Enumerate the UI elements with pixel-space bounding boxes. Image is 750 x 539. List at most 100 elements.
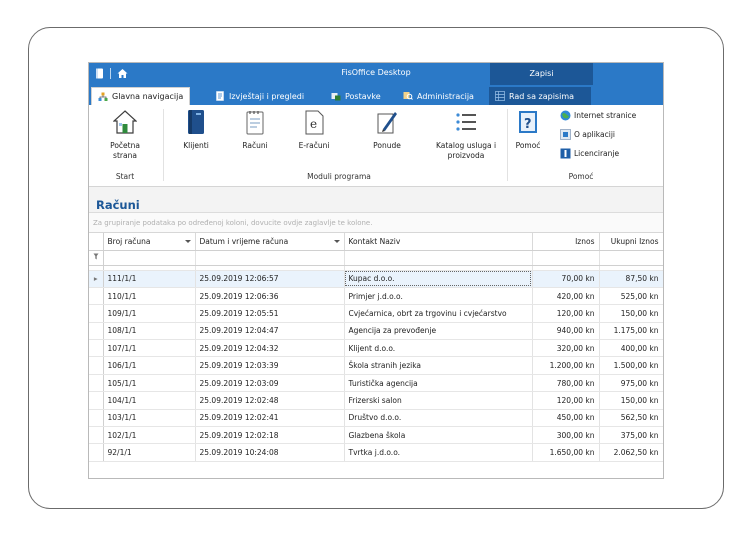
invoices-button[interactable]: Računi	[232, 109, 278, 151]
table-cell[interactable]: Škola stranih jezika	[344, 356, 533, 375]
table-cell[interactable]: 940,00 kn	[532, 322, 600, 341]
table-cell[interactable]: 320,00 kn	[532, 339, 600, 358]
catalog-button[interactable]: Katalog usluga i proizvoda	[427, 109, 505, 161]
table-cell[interactable]: 25.09.2019 12:02:18	[195, 426, 345, 445]
filter-cell[interactable]	[103, 250, 196, 266]
filter-cell[interactable]	[599, 250, 663, 266]
column-header-datum[interactable]: Datum i vrijeme računa	[195, 233, 345, 251]
table-cell[interactable]: 104/1/1	[103, 391, 196, 410]
current-row-indicator-icon[interactable]: ▸	[89, 270, 104, 288]
table-cell[interactable]: Društvo d.o.o.	[344, 409, 533, 428]
table-cell[interactable]: 120,00 kn	[532, 304, 600, 323]
table-cell[interactable]: 562,50 kn	[599, 409, 663, 428]
table-cell[interactable]: 25.09.2019 12:06:57	[195, 270, 345, 288]
internet-pages-button[interactable]: Internet stranice	[560, 110, 636, 121]
table-row[interactable]: 105/1/1 25.09.2019 12:03:09 Turistička age…	[89, 374, 663, 393]
table-cell[interactable]: 108/1/1	[103, 322, 196, 341]
table-cell[interactable]: 525,00 kn	[599, 287, 663, 306]
table-cell[interactable]: 25.09.2019 12:02:41	[195, 409, 345, 428]
table-row[interactable]: 106/1/1 25.09.2019 12:03:39 Škola stranih …	[89, 356, 663, 375]
table-cell[interactable]: 107/1/1	[103, 339, 196, 358]
table-cell[interactable]: Turistička agencija	[344, 374, 533, 393]
table-cell[interactable]: 375,00 kn	[599, 426, 663, 445]
table-cell[interactable]: 975,00 kn	[599, 374, 663, 393]
table-cell[interactable]: Glazbena škola	[344, 426, 533, 445]
table-row[interactable]: 109/1/1 25.09.2019 12:05:51 Cvjećarnica, o…	[89, 304, 663, 323]
table-cell[interactable]: Agencija za prevođenje	[344, 322, 533, 341]
table-cell[interactable]: 120,00 kn	[532, 391, 600, 410]
table-cell[interactable]: 111/1/1	[103, 270, 196, 288]
about-button[interactable]: O aplikaciji	[560, 129, 615, 140]
home-page-button[interactable]: Početna strana	[97, 109, 153, 161]
tab-administracija[interactable]: Administracija	[397, 87, 480, 105]
row-indicator[interactable]	[89, 304, 104, 323]
table-row[interactable]: 104/1/1 25.09.2019 12:02:48 Frizerski salo…	[89, 391, 663, 410]
table-cell[interactable]: 25.09.2019 12:03:09	[195, 374, 345, 393]
row-indicator[interactable]	[89, 356, 104, 375]
table-row[interactable]: 108/1/1 25.09.2019 12:04:47 Agencija za pr…	[89, 322, 663, 341]
table-cell[interactable]: 450,00 kn	[532, 409, 600, 428]
row-indicator[interactable]	[89, 443, 104, 462]
filter-cell[interactable]	[195, 250, 345, 266]
column-header-broj-racuna[interactable]: Broj računa	[103, 233, 196, 251]
row-indicator[interactable]	[89, 374, 104, 393]
table-row[interactable]: ▸ 111/1/1 25.09.2019 12:06:57 Kupac d.o.o. 7…	[89, 270, 663, 288]
filter-cell[interactable]	[344, 250, 533, 266]
table-cell[interactable]: 2.062,50 kn	[599, 443, 663, 462]
filter-dropdown-icon[interactable]	[184, 240, 191, 243]
table-cell[interactable]: 150,00 kn	[599, 391, 663, 410]
tab-glavna-navigacija[interactable]: Glavna navigacija	[91, 87, 191, 105]
help-button[interactable]: ? Pomoć	[511, 109, 545, 151]
table-cell[interactable]: 150,00 kn	[599, 304, 663, 323]
table-cell[interactable]: 400,00 kn	[599, 339, 663, 358]
table-cell[interactable]: Primjer j.d.o.o.	[344, 287, 533, 306]
table-cell[interactable]: Cvjećarnica, obrt za trgovinu i cvjećars…	[344, 304, 533, 323]
table-cell[interactable]: 25.09.2019 12:03:39	[195, 356, 345, 375]
e-invoices-button[interactable]: e E-računi	[289, 109, 339, 151]
table-cell[interactable]: 105/1/1	[103, 374, 196, 393]
table-cell[interactable]: 300,00 kn	[532, 426, 600, 445]
row-indicator[interactable]	[89, 409, 104, 428]
column-header-ukupni-iznos[interactable]: Ukupni Iznos	[599, 233, 663, 251]
clients-button[interactable]: Klijenti	[173, 109, 219, 151]
table-row[interactable]: 103/1/1 25.09.2019 12:02:41 Društvo d.o.o.…	[89, 409, 663, 428]
table-cell[interactable]: 1.200,00 kn	[532, 356, 600, 375]
table-cell[interactable]: 1.500,00 kn	[599, 356, 663, 375]
table-cell[interactable]: 1.175,00 kn	[599, 322, 663, 341]
table-row[interactable]: 110/1/1 25.09.2019 12:06:36 Primjer j.d.o.…	[89, 287, 663, 306]
table-cell[interactable]: 87,50 kn	[599, 270, 663, 288]
tab-rad-sa-zapisima[interactable]: Rad sa zapisima	[489, 87, 591, 105]
table-cell[interactable]: Klijent d.o.o.	[344, 339, 533, 358]
table-cell[interactable]: 103/1/1	[103, 409, 196, 428]
table-cell[interactable]: 420,00 kn	[532, 287, 600, 306]
table-row[interactable]: 102/1/1 25.09.2019 12:02:18 Glazbena škola…	[89, 426, 663, 445]
table-cell[interactable]: 109/1/1	[103, 304, 196, 323]
licensing-button[interactable]: Licenciranje	[560, 148, 619, 159]
tab-postavke[interactable]: Postavke	[325, 87, 387, 105]
tab-izvjestaji[interactable]: Izvještaji i pregledi	[209, 87, 310, 105]
offers-button[interactable]: Ponude	[367, 109, 407, 151]
table-cell[interactable]: 106/1/1	[103, 356, 196, 375]
table-cell[interactable]: 25.09.2019 12:04:32	[195, 339, 345, 358]
table-cell[interactable]: 70,00 kn	[532, 270, 600, 288]
row-indicator[interactable]	[89, 391, 104, 410]
filter-dropdown-icon[interactable]	[333, 240, 340, 243]
filter-cell[interactable]	[532, 250, 600, 266]
table-row[interactable]: 107/1/1 25.09.2019 12:04:32 Klijent d.o.o.…	[89, 339, 663, 358]
row-indicator[interactable]	[89, 426, 104, 445]
table-cell[interactable]: 25.09.2019 12:02:48	[195, 391, 345, 410]
table-cell[interactable]: 25.09.2019 12:04:47	[195, 322, 345, 341]
column-header-kontakt[interactable]: Kontakt Naziv	[344, 233, 533, 251]
table-cell[interactable]: 25.09.2019 12:05:51	[195, 304, 345, 323]
table-cell[interactable]: Tvrtka j.d.o.o.	[344, 443, 533, 462]
row-indicator[interactable]	[89, 287, 104, 306]
table-cell[interactable]: 110/1/1	[103, 287, 196, 306]
table-row[interactable]: 92/1/1 25.09.2019 10:24:08 Tvrtka j.d.o.o.…	[89, 443, 663, 462]
row-indicator[interactable]	[89, 322, 104, 341]
table-cell[interactable]: 25.09.2019 12:06:36	[195, 287, 345, 306]
table-cell[interactable]: 92/1/1	[103, 443, 196, 462]
table-cell[interactable]: Kupac d.o.o.	[344, 270, 533, 288]
column-header-iznos[interactable]: Iznos	[532, 233, 600, 251]
table-cell[interactable]: 1.650,00 kn	[532, 443, 600, 462]
table-cell[interactable]: 25.09.2019 10:24:08	[195, 443, 345, 462]
